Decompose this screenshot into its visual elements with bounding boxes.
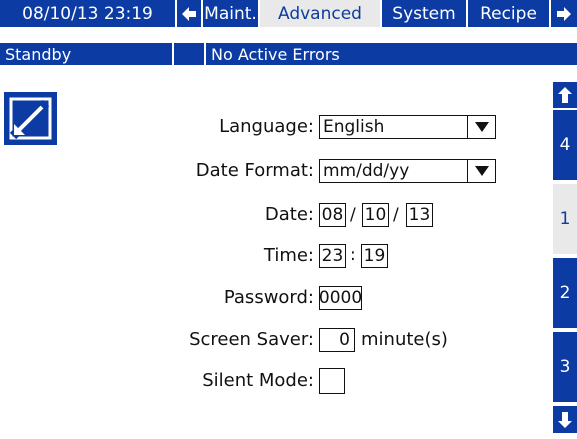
arrow-right-icon [557, 6, 571, 21]
edit-icon [9, 97, 52, 140]
date-year-field[interactable]: 13 [406, 203, 433, 227]
screen-saver-label: Screen Saver: [189, 329, 314, 350]
screen-saver-field[interactable]: 0 [319, 328, 355, 352]
date-format-label: Date Format: [195, 160, 314, 181]
tab-prev-button[interactable] [177, 0, 201, 27]
side-page-2[interactable]: 2 [553, 258, 577, 328]
silent-mode-label: Silent Mode: [202, 370, 314, 391]
status-indicator [174, 43, 204, 65]
page-up-button[interactable] [553, 82, 577, 108]
date-format-select[interactable]: mm/dd/yy [319, 159, 496, 183]
arrow-down-icon [558, 411, 572, 428]
edit-mode-button[interactable] [4, 92, 57, 145]
time-separator: : [350, 245, 356, 265]
date-separator: / [350, 205, 356, 225]
tab-next-button[interactable] [551, 0, 577, 27]
page-down-button[interactable] [553, 406, 577, 433]
tab-recipe[interactable]: Recipe [468, 0, 549, 27]
arrow-up-icon [558, 87, 572, 103]
dropdown-triangle-icon [467, 160, 495, 182]
dropdown-triangle-icon [467, 116, 495, 138]
password-label: Password: [223, 287, 314, 308]
language-label: Language: [219, 116, 314, 137]
date-label: Date: [264, 204, 314, 225]
date-separator: / [393, 205, 399, 225]
side-page-4[interactable]: 4 [553, 110, 577, 180]
status-errors: No Active Errors [206, 43, 577, 65]
status-mode: Standby [0, 43, 172, 65]
date-day-field[interactable]: 10 [362, 203, 389, 227]
datetime-display: 08/10/13 23:19 [0, 0, 175, 27]
screen-saver-unit: minute(s) [361, 329, 448, 350]
silent-mode-checkbox[interactable] [319, 368, 345, 394]
time-minute-field[interactable]: 19 [361, 244, 388, 268]
tab-system[interactable]: System [382, 0, 466, 27]
time-label: Time: [263, 245, 314, 266]
arrow-left-icon [182, 6, 196, 21]
side-page-3[interactable]: 3 [553, 332, 577, 402]
tab-advanced[interactable]: Advanced [260, 0, 380, 27]
language-select[interactable]: English [319, 115, 496, 139]
time-hour-field[interactable]: 23 [319, 244, 346, 268]
side-page-1[interactable]: 1 [553, 184, 577, 254]
tab-maint[interactable]: Maint. [203, 0, 258, 27]
date-month-field[interactable]: 08 [319, 203, 346, 227]
password-field[interactable]: 0000 [319, 286, 362, 310]
